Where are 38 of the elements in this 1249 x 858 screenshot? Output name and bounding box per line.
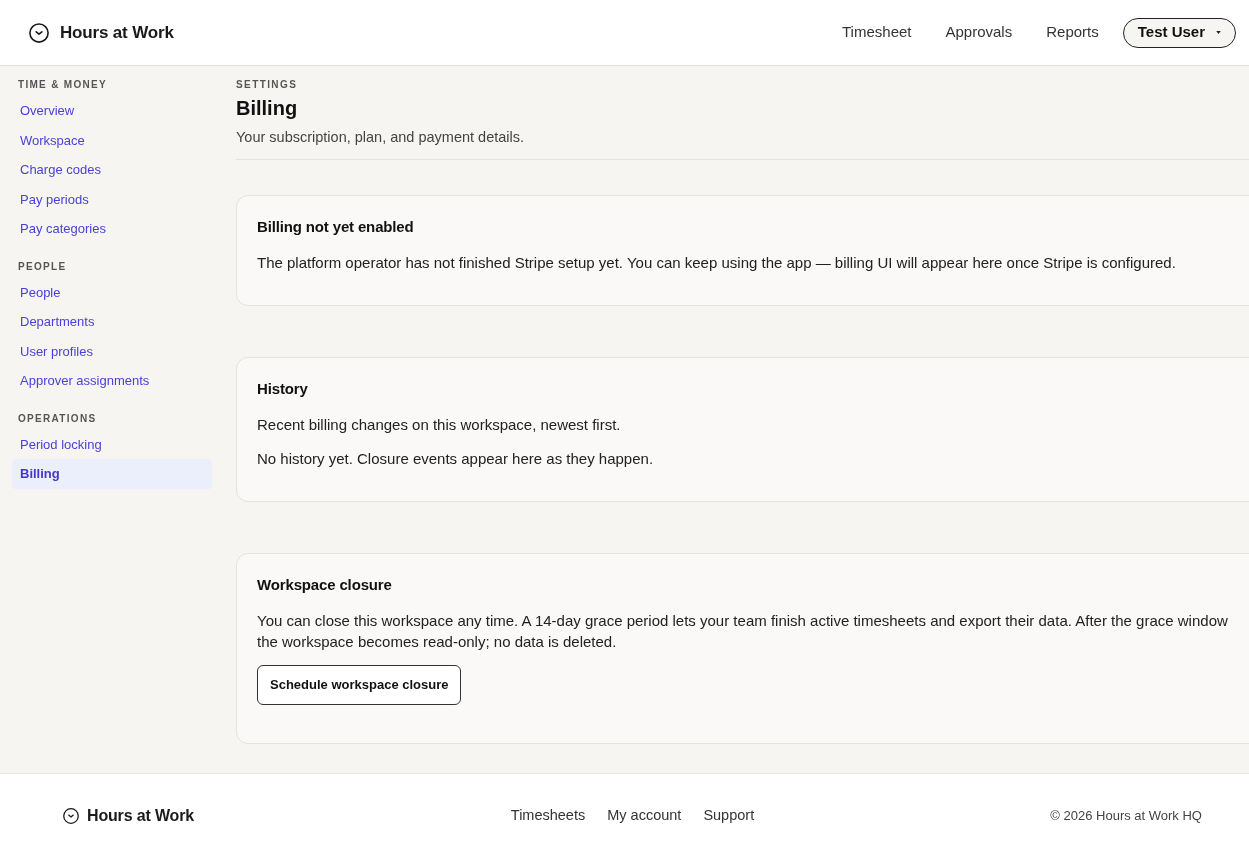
card-text: The platform operator has not finished Stripe setup yet. You can keep using the app — billing UI will appear here once Stripe is configured. — [257, 253, 1176, 273]
nav-link[interactable]: Timesheet — [842, 21, 912, 44]
footer-link[interactable]: Support — [703, 805, 755, 827]
sidebar-item[interactable]: User profiles — [12, 336, 212, 366]
nav-link[interactable]: Approvals — [945, 21, 1013, 44]
schedule-closure-button[interactable]: Schedule workspace closure — [257, 665, 462, 705]
footer-brand[interactable]: Hours at Work — [87, 804, 194, 828]
sidebar-item[interactable]: Period locking — [12, 429, 212, 459]
sidebar-item[interactable]: Pay categories — [12, 214, 212, 244]
sidebar-item[interactable]: Pay periods — [12, 184, 212, 214]
page-title: Billing — [236, 96, 298, 121]
footer-link[interactable]: Timesheets — [510, 805, 586, 827]
page-subtitle: Your subscription, plan, and payment details. — [236, 128, 525, 147]
brand-name[interactable]: Hours at Work — [60, 19, 174, 46]
sidebar-item[interactable]: Departments — [12, 307, 212, 337]
sidebar-item[interactable]: Charge codes — [12, 155, 212, 185]
card-text: Recent billing changes on this workspace, newest first. — [257, 415, 621, 435]
sidebar-heading: PEOPLE — [18, 259, 67, 274]
card-text: You can close this workspace any time. A 14-day grace period lets your team finish active timesheets and export their data. After the grace window the workspace becomes read-only; no data is deleted. — [257, 611, 1229, 652]
card-text: No history yet. Closure events appear here as they happen. — [257, 449, 654, 469]
sidebar-item[interactable]: Billing — [12, 459, 212, 489]
sidebar-heading: TIME & MONEY — [18, 78, 107, 92]
nav-link[interactable]: Reports — [1046, 21, 1099, 44]
footer-link[interactable]: My account — [607, 805, 682, 827]
card-title: Billing not yet enabled — [257, 217, 414, 237]
sidebar-heading: OPERATIONS — [18, 411, 97, 426]
card-title: Workspace closure — [257, 575, 392, 595]
clock-icon — [29, 22, 49, 43]
sidebar-item[interactable]: People — [12, 277, 212, 307]
user-menu-button[interactable]: Test User — [1122, 17, 1236, 48]
clock-icon — [63, 808, 79, 824]
sidebar-item[interactable]: Workspace — [12, 125, 212, 155]
sidebar-item[interactable]: Overview — [12, 96, 212, 126]
page-eyebrow: SETTINGS — [236, 78, 298, 92]
card-title: History — [257, 379, 308, 399]
caret-icon — [1216, 31, 1221, 34]
sidebar-item[interactable]: Approver assignments — [12, 366, 212, 396]
copyright-text: © 2026 Hours at Work HQ — [1050, 807, 1202, 826]
